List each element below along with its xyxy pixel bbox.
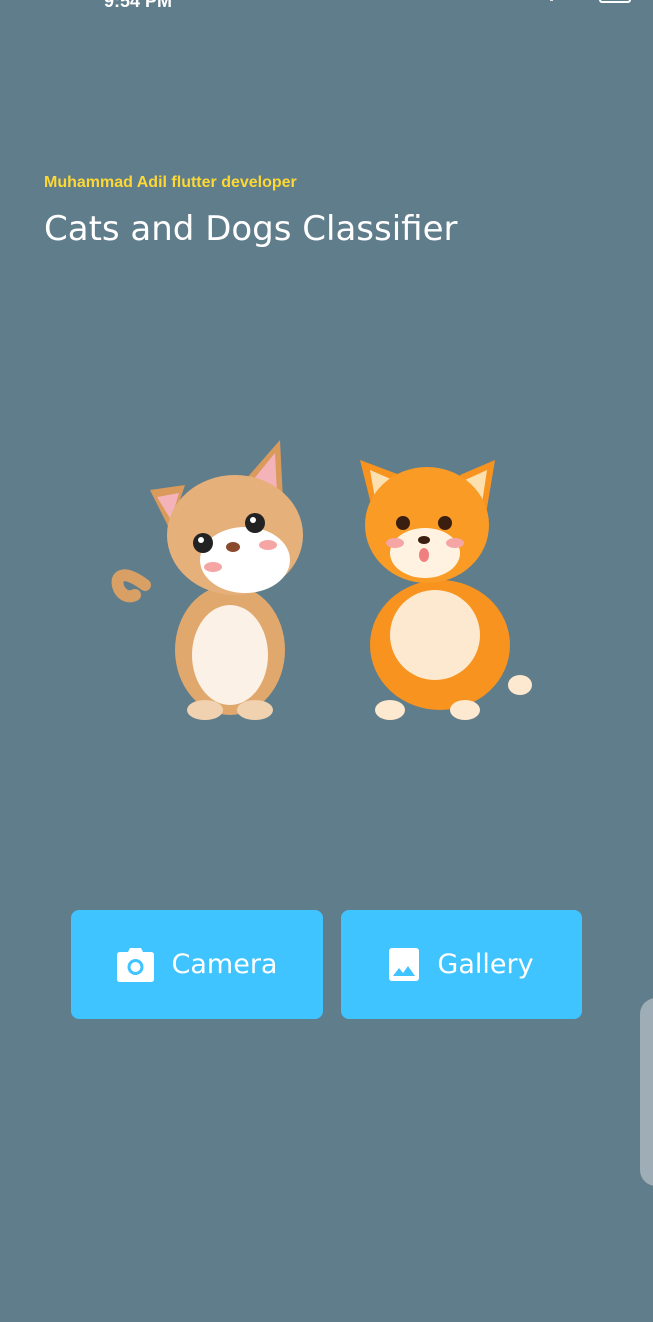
gallery-label: Gallery [437, 949, 534, 980]
camera-button[interactable]: Camera [71, 910, 323, 1019]
status-bar: 9:54 PM [0, 0, 653, 11]
signal-icon [550, 0, 593, 1]
battery-icon [599, 0, 631, 3]
side-panel-handle[interactable] [640, 998, 653, 1186]
image-icon [389, 948, 420, 981]
subtitle: Muhammad Adil flutter developer [44, 174, 297, 191]
camera-icon [116, 947, 154, 982]
cat-icon [111, 440, 303, 720]
status-time: 9:54 PM [104, 0, 173, 11]
cat-dog-illustration [111, 440, 532, 720]
status-icons [550, 0, 631, 3]
dog-icon [360, 460, 532, 720]
camera-label: Camera [171, 949, 278, 980]
gallery-button[interactable]: Gallery [341, 910, 582, 1019]
page-title: Cats and Dogs Classifier [44, 209, 458, 249]
